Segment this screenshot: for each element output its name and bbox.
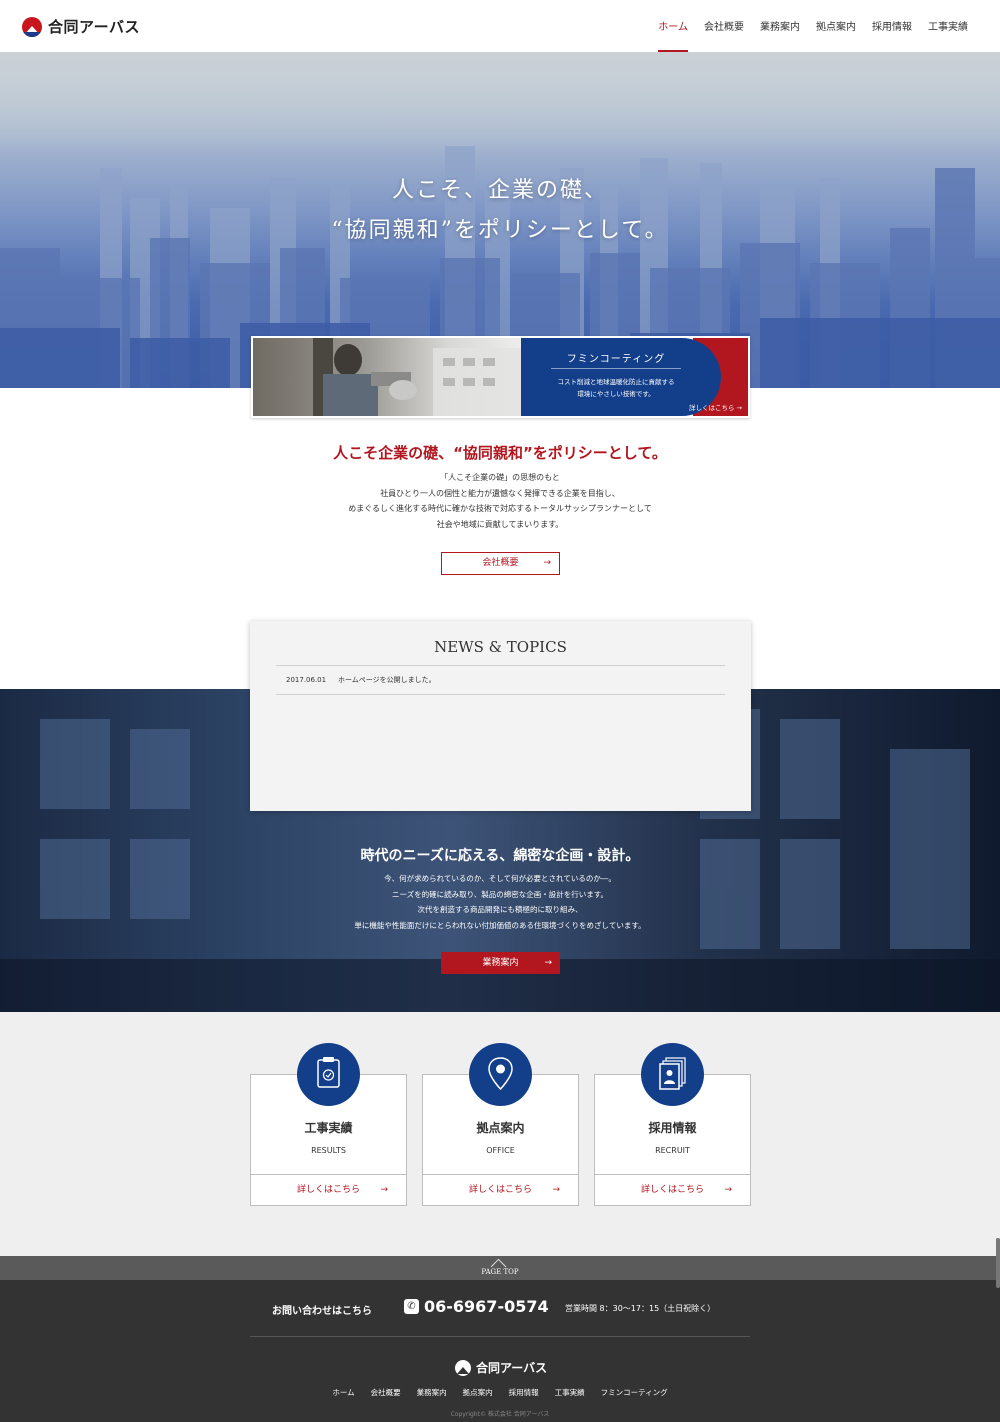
- news-text[interactable]: ホームページを公開しました。: [338, 667, 436, 693]
- footer-nav-office[interactable]: 拠点案内: [463, 1387, 493, 1398]
- business-guide-label: 業務案内: [482, 958, 519, 968]
- site-footer: お問い合わせはこちら ✆ 06-6967-0574 営業時間 8：30〜17：1…: [0, 1280, 1000, 1422]
- hero-title-line1: 人こそ、企業の礎、: [391, 178, 608, 203]
- card-title: 工事実績: [304, 1121, 353, 1135]
- banner-desc-line: コスト削減と地球温暖化防止に貢献する: [557, 378, 675, 386]
- intro-line: 社員ひとり一人の個性と能力が遺憾なく発揮できる企業を目指し、: [380, 488, 620, 498]
- nav-home[interactable]: ホーム: [650, 0, 696, 52]
- nav-office[interactable]: 拠点案内: [808, 0, 864, 52]
- news-item[interactable]: 2017.06.01 ホームページを公開しました。: [276, 667, 725, 695]
- card-subtitle: RECRUIT: [655, 1146, 690, 1155]
- intro-line: 社会や地域に貢献してまいります。: [436, 519, 564, 529]
- logo-text: 合同アーバス: [48, 18, 140, 36]
- card-link-label: 詳しくはこちら: [296, 1185, 360, 1195]
- recruit-card: 採用情報 RECRUIT 詳しくはこちら →: [594, 1043, 751, 1206]
- arrow-right-icon: →: [544, 958, 552, 968]
- results-card: 工事実績 RESULTS 詳しくはこちら →: [250, 1043, 407, 1206]
- card-subtitle: OFFICE: [486, 1146, 515, 1155]
- footer-logo-text: 合同アーバス: [476, 1361, 548, 1375]
- main-nav: ホーム 会社概要 業務案内 拠点案内 採用情報 工事実績: [650, 0, 976, 52]
- site-logo[interactable]: 合同アーバス: [22, 16, 140, 37]
- company-overview-button[interactable]: 会社概要 →: [441, 552, 560, 575]
- banner-divider: [551, 368, 681, 369]
- copyright: Copyright© 株式会社 合同アーバス: [450, 1411, 550, 1418]
- intro-title: 人こそ企業の礎、“協同親和”をポリシーとして。: [333, 444, 667, 462]
- clipboard-icon: [297, 1043, 360, 1106]
- business-line: 単に機能や性能面だけにとらわれない付加価値のある住環境づくりをめざしています。: [354, 920, 646, 930]
- worker-figure-icon: [313, 338, 523, 416]
- results-more-link[interactable]: 詳しくはこちら →: [251, 1174, 406, 1205]
- banner-description: コスト削減と地球温暖化防止に貢献する 環境にやさしい技術です。: [521, 376, 711, 400]
- office-more-link[interactable]: 詳しくはこちら →: [423, 1174, 578, 1205]
- fumin-coating-banner[interactable]: フミンコーティング コスト削減と地球温暖化防止に貢献する 環境にやさしい技術です…: [251, 336, 750, 418]
- scrollbar-thumb[interactable]: [996, 1238, 1000, 1288]
- news-topics-panel: NEWS & TOPICS 2017.06.01 ホームページを公開しました。: [250, 621, 751, 811]
- intro-text: 「人こそ企業の礎」の思想のもと 社員ひとり一人の個性と能力が遺憾なく発揮できる企…: [0, 470, 1000, 532]
- footer-divider: [250, 1336, 750, 1337]
- footer-nav-results[interactable]: 工事実績: [555, 1387, 585, 1398]
- business-guide-button[interactable]: 業務案内 →: [441, 952, 560, 974]
- phone-number[interactable]: ✆ 06-6967-0574: [404, 1297, 549, 1316]
- business-line: 次代を創造する商品開発にも積極的に取り組み、: [417, 905, 583, 914]
- footer-logo[interactable]: 合同アーバス: [455, 1359, 547, 1376]
- footer-nav-recruit[interactable]: 採用情報: [509, 1387, 539, 1398]
- logo-mark-icon: [455, 1359, 471, 1376]
- nav-results[interactable]: 工事実績: [920, 0, 976, 52]
- news-title: NEWS & TOPICS: [434, 638, 567, 656]
- arrow-right-icon: →: [380, 1185, 388, 1195]
- intro-line: 「人こそ企業の礎」の思想のもと: [440, 473, 560, 482]
- card-link-label: 詳しくはこちら: [468, 1185, 532, 1195]
- worker-spray-photo: [253, 338, 533, 416]
- business-text: 今、何が求められているのか、そして何が必要とされているのか―。 ニーズを的確に読…: [0, 871, 1000, 933]
- banner-more-link[interactable]: 詳しくはこちら →: [689, 402, 742, 412]
- site-header: 合同アーバス ホーム 会社概要 業務案内 拠点案内 採用情報 工事実績: [0, 0, 1000, 52]
- footer-nav-home[interactable]: ホーム: [332, 1387, 354, 1398]
- map-pin-icon: [469, 1043, 532, 1106]
- arrow-right-icon: →: [543, 558, 551, 568]
- footer-nav-fumin[interactable]: フミンコーティング: [601, 1387, 668, 1398]
- phone-icon: ✆: [404, 1299, 419, 1314]
- card-subtitle: RESULTS: [311, 1146, 346, 1155]
- office-card: 拠点案内 OFFICE 詳しくはこちら →: [422, 1043, 579, 1206]
- contact-label: お問い合わせはこちら: [272, 1306, 372, 1317]
- banner-desc-line: 環境にやさしい技術です。: [577, 390, 655, 398]
- phone-number-text: 06-6967-0574: [424, 1297, 549, 1316]
- profile-cards-icon: [641, 1043, 704, 1106]
- intro-line: めまぐるしく進化する時代に確かな技術で対応するトータルサッシプランナーとして: [348, 504, 652, 513]
- nav-recruit[interactable]: 採用情報: [864, 0, 920, 52]
- news-divider: [276, 665, 725, 666]
- hero-title-line2: “協同親和”をポリシーとして。: [331, 218, 669, 243]
- card-link-label: 詳しくはこちら: [640, 1185, 704, 1195]
- news-date: 2017.06.01: [286, 676, 327, 684]
- nav-company[interactable]: 会社概要: [696, 0, 752, 52]
- arrow-right-icon: →: [724, 1185, 732, 1195]
- nav-business[interactable]: 業務案内: [752, 0, 808, 52]
- business-line: 今、何が求められているのか、そして何が必要とされているのか―。: [384, 874, 616, 883]
- card-title: 採用情報: [648, 1121, 697, 1135]
- footer-nav-business[interactable]: 業務案内: [417, 1387, 447, 1398]
- recruit-more-link[interactable]: 詳しくはこちら →: [595, 1174, 750, 1205]
- page-top-button[interactable]: PAGE TOP: [472, 1260, 528, 1280]
- business-hours: 営業時間 8：30〜17：15（土日祝除く）: [565, 1304, 716, 1313]
- card-title: 拠点案内: [476, 1121, 525, 1135]
- banner-title: フミンコーティング: [566, 354, 666, 365]
- business-title: 時代のニーズに応える、綿密な企画・設計。: [360, 848, 640, 864]
- footer-nav: ホーム 会社概要 業務案内 拠点案内 採用情報 工事実績 フミンコーティング: [0, 1387, 1000, 1398]
- footer-nav-company[interactable]: 会社概要: [371, 1387, 401, 1398]
- company-overview-label: 会社概要: [482, 558, 519, 568]
- business-line: ニーズを的確に読み取り、製品の綿密な企画・設計を行います。: [391, 889, 609, 899]
- arrow-right-icon: →: [552, 1185, 560, 1195]
- logo-mark-icon: [22, 16, 42, 37]
